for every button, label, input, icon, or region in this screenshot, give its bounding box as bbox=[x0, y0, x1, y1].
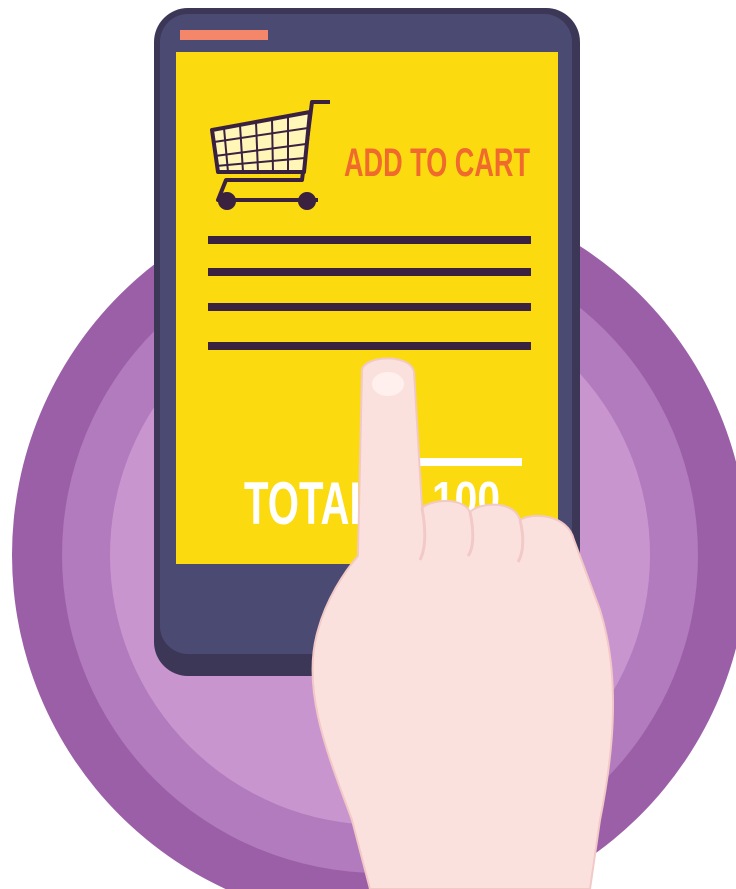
list-line bbox=[208, 268, 531, 276]
add-to-cart-label[interactable]: ADD TO CART bbox=[344, 141, 530, 185]
fingernail bbox=[372, 372, 404, 396]
list-line bbox=[208, 342, 531, 350]
illustration: ADD TO CART TOTAL 100 bbox=[12, 8, 736, 889]
list-line bbox=[208, 303, 531, 311]
status-bar-indicator bbox=[180, 30, 268, 40]
total-label: TOTAL bbox=[244, 470, 374, 537]
total-underline bbox=[410, 458, 522, 466]
list-line bbox=[208, 236, 531, 244]
